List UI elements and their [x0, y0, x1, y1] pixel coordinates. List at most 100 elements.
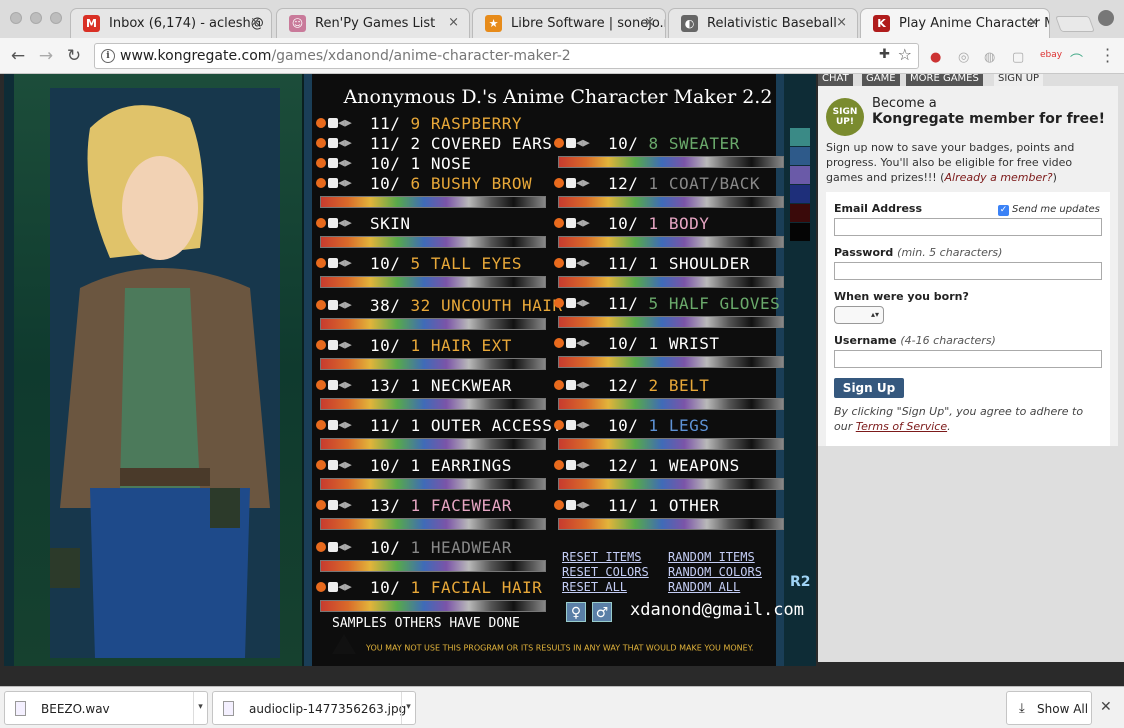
browser-tab[interactable]: K Play Anime Character Ma ×	[860, 8, 1050, 39]
show-all-button[interactable]: ⤓ Show All	[1006, 691, 1092, 725]
browser-tab[interactable]: M Inbox (6,174) - aclesh@ ×	[70, 8, 272, 38]
color-slider[interactable]	[320, 518, 546, 530]
tab-close-icon[interactable]: ×	[250, 15, 261, 30]
color-swatch[interactable]	[790, 147, 810, 165]
browser-tab[interactable]: ★ Libre Software | sonejo.n ×	[472, 8, 666, 38]
random-dice-icon[interactable]	[566, 258, 576, 268]
random-dice-icon[interactable]	[328, 380, 338, 390]
color-slider[interactable]	[558, 156, 784, 168]
prev-arrow-icon[interactable]: ◀	[338, 219, 345, 229]
color-picker-icon[interactable]	[316, 138, 326, 148]
reset-items-link[interactable]: RESET ITEMS	[562, 550, 649, 565]
prev-arrow-icon[interactable]: ◀	[576, 219, 583, 229]
random-dice-icon[interactable]	[328, 218, 338, 228]
color-slider[interactable]	[558, 518, 784, 530]
puzzle-icon[interactable]: ✚	[879, 47, 890, 62]
next-arrow-icon[interactable]: ▶	[345, 301, 352, 311]
close-icon[interactable]: ✕	[1100, 699, 1112, 715]
color-picker-icon[interactable]	[316, 460, 326, 470]
color-picker-icon[interactable]	[554, 218, 564, 228]
prev-arrow-icon[interactable]: ◀	[576, 299, 583, 309]
prev-arrow-icon[interactable]: ◀	[338, 179, 345, 189]
color-slider[interactable]	[558, 356, 784, 368]
site-info-icon[interactable]: i	[101, 49, 115, 63]
color-picker-icon[interactable]	[316, 500, 326, 510]
prev-arrow-icon[interactable]: ◀	[338, 159, 345, 169]
color-picker-icon[interactable]	[554, 258, 564, 268]
color-swatch[interactable]	[790, 204, 810, 222]
prev-arrow-icon[interactable]: ◀	[576, 381, 583, 391]
next-arrow-icon[interactable]: ▶	[583, 179, 590, 189]
color-picker-icon[interactable]	[316, 178, 326, 188]
prev-arrow-icon[interactable]: ◀	[576, 501, 583, 511]
next-arrow-icon[interactable]: ▶	[583, 501, 590, 511]
forward-icon[interactable]: →	[34, 44, 58, 68]
samples-link[interactable]: SAMPLES OTHERS HAVE DONE	[332, 616, 520, 631]
reset-colors-link[interactable]: RESET COLORS	[562, 565, 649, 580]
color-slider[interactable]	[320, 478, 546, 490]
game-frame[interactable]: Anonymous D.'s Anime Character Maker 2.2…	[4, 74, 816, 666]
minimize-window-button[interactable]	[30, 12, 42, 24]
next-arrow-icon[interactable]: ▶	[583, 461, 590, 471]
download-menu-icon[interactable]: ▾	[401, 692, 415, 724]
random-dice-icon[interactable]	[566, 138, 576, 148]
random-dice-icon[interactable]	[328, 258, 338, 268]
already-member-link[interactable]: Already a member?	[944, 171, 1052, 184]
tab-close-icon[interactable]: ×	[836, 15, 847, 30]
color-slider[interactable]	[320, 276, 546, 288]
random-dice-icon[interactable]	[328, 300, 338, 310]
terms-of-service-link[interactable]: Terms of Service	[856, 420, 947, 433]
prev-arrow-icon[interactable]: ◀	[338, 501, 345, 511]
menu-icon[interactable]: · · ·	[1105, 42, 1110, 70]
color-slider[interactable]	[320, 358, 546, 370]
random-dice-icon[interactable]	[328, 542, 338, 552]
prev-arrow-icon[interactable]: ◀	[338, 381, 345, 391]
random-dice-icon[interactable]	[566, 460, 576, 470]
prev-arrow-icon[interactable]: ◀	[576, 461, 583, 471]
color-slider[interactable]	[320, 600, 546, 612]
color-picker-icon[interactable]	[316, 340, 326, 350]
random-dice-icon[interactable]	[566, 420, 576, 430]
random-dice-icon[interactable]	[328, 178, 338, 188]
browser-tab[interactable]: ☺ Ren'Py Games List ×	[276, 8, 470, 38]
sidebar-tab[interactable]: CHAT	[818, 74, 853, 86]
next-arrow-icon[interactable]: ▶	[345, 381, 352, 391]
tab-close-icon[interactable]: ×	[644, 15, 655, 30]
color-picker-icon[interactable]	[316, 542, 326, 552]
next-arrow-icon[interactable]: ▶	[345, 341, 352, 351]
female-icon[interactable]: ♀	[566, 602, 586, 622]
color-slider[interactable]	[558, 478, 784, 490]
color-slider[interactable]	[320, 196, 546, 208]
prev-arrow-icon[interactable]: ◀	[576, 259, 583, 269]
sidebar-tab[interactable]: MORE GAMES	[906, 74, 983, 86]
color-picker-icon[interactable]	[554, 380, 564, 390]
next-arrow-icon[interactable]: ▶	[583, 259, 590, 269]
color-picker-icon[interactable]	[316, 380, 326, 390]
maximize-window-button[interactable]	[50, 12, 62, 24]
color-slider[interactable]	[320, 560, 546, 572]
next-arrow-icon[interactable]: ▶	[583, 219, 590, 229]
random-dice-icon[interactable]	[328, 420, 338, 430]
prev-arrow-icon[interactable]: ◀	[338, 301, 345, 311]
box-extension-icon[interactable]: ▢	[1012, 50, 1024, 65]
random-dice-icon[interactable]	[566, 218, 576, 228]
next-arrow-icon[interactable]: ▶	[345, 461, 352, 471]
random-dice-icon[interactable]	[566, 178, 576, 188]
sidebar-tab[interactable]: SIGN UP	[994, 74, 1044, 86]
random-dice-icon[interactable]	[328, 138, 338, 148]
color-picker-icon[interactable]	[316, 300, 326, 310]
color-picker-icon[interactable]	[316, 118, 326, 128]
rainbow-extension-icon[interactable]: ⌒	[1070, 50, 1083, 69]
tab-close-icon[interactable]: ×	[1028, 15, 1039, 30]
next-arrow-icon[interactable]: ▶	[345, 501, 352, 511]
password-field[interactable]	[834, 262, 1102, 280]
download-item[interactable]: audioclip-1477356263.jpg ▾	[212, 691, 416, 725]
prev-arrow-icon[interactable]: ◀	[338, 341, 345, 351]
next-arrow-icon[interactable]: ▶	[345, 583, 352, 593]
next-arrow-icon[interactable]: ▶	[345, 219, 352, 229]
sidebar-tab[interactable]: GAME	[862, 74, 900, 86]
next-arrow-icon[interactable]: ▶	[345, 543, 352, 553]
birthdate-select[interactable]: ▴▾	[834, 306, 884, 324]
color-slider[interactable]	[558, 398, 784, 410]
random-dice-icon[interactable]	[566, 338, 576, 348]
